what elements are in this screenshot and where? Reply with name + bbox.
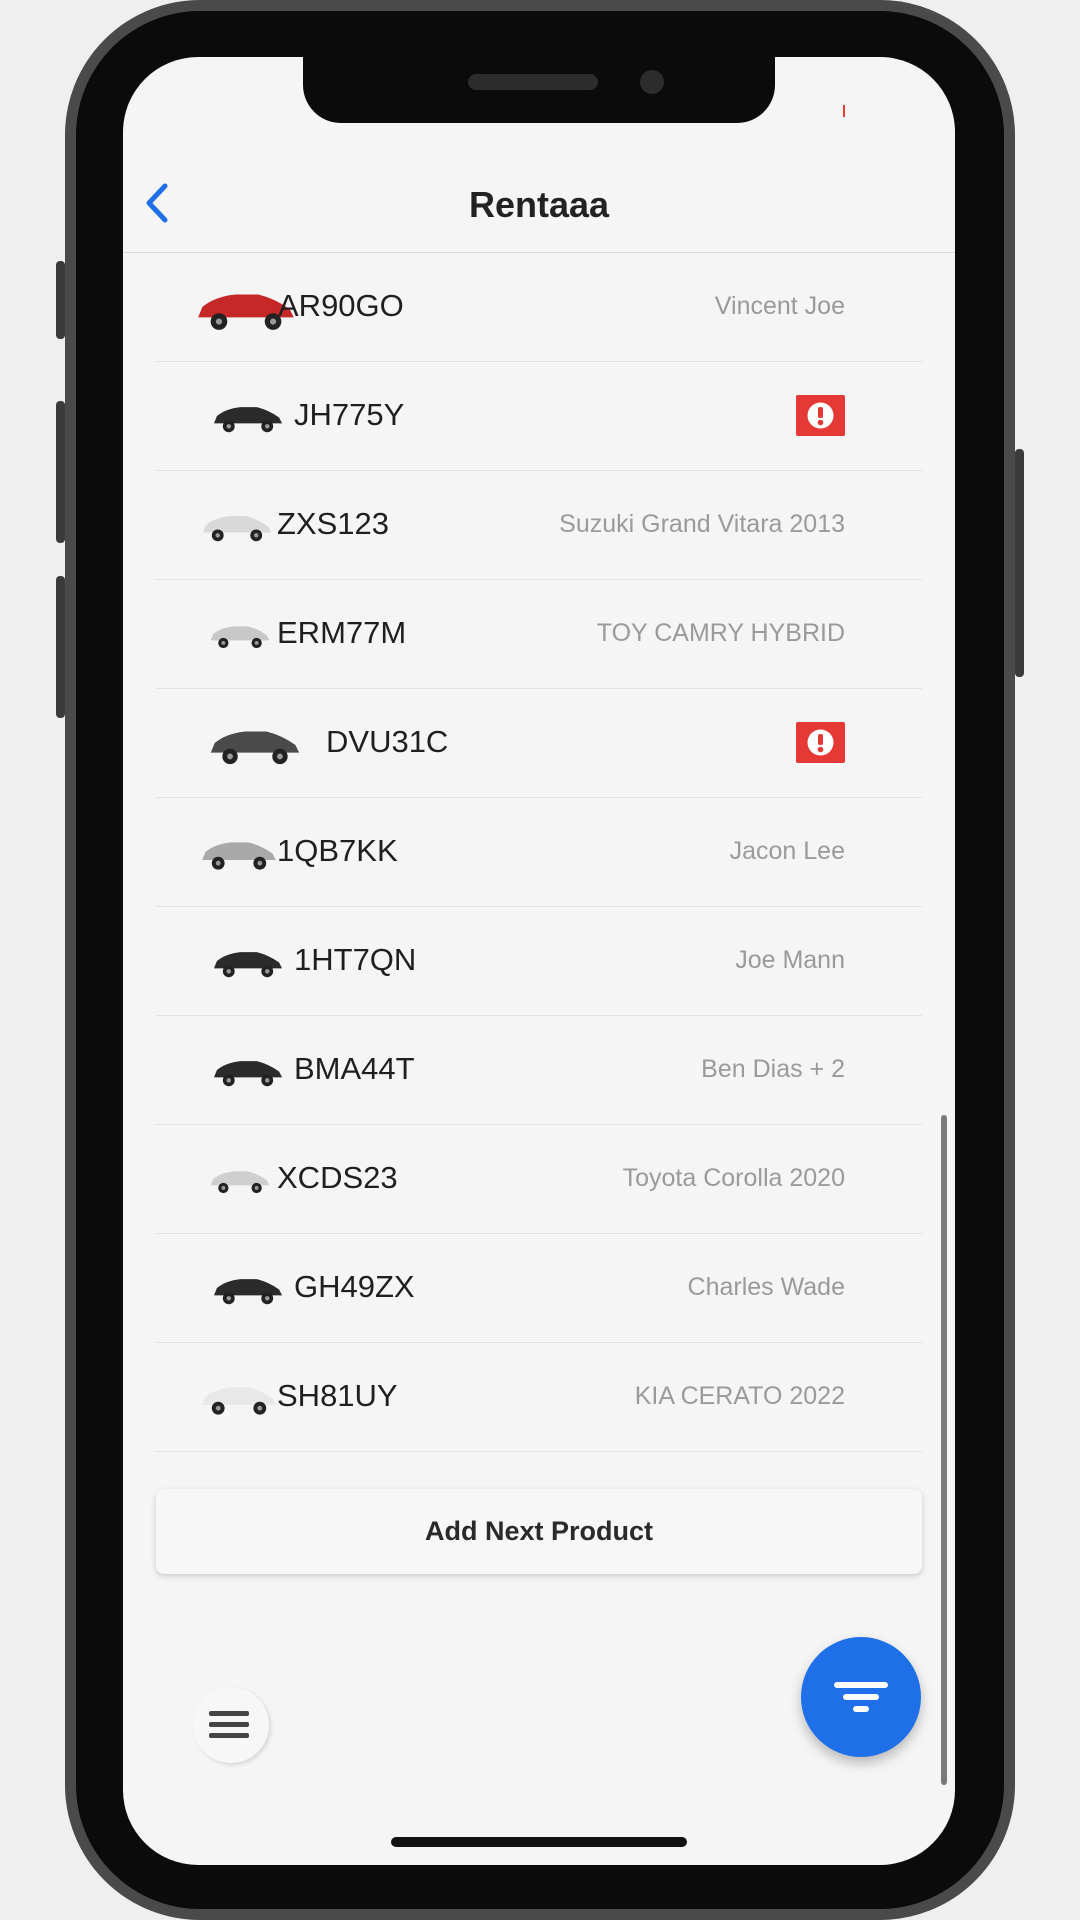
volume-down-button (56, 576, 65, 718)
exclamation-circle-icon (807, 402, 834, 429)
mute-switch (56, 261, 65, 339)
list-item[interactable]: GH49ZX Charles Wade (156, 1234, 922, 1343)
vehicle-list: AR90GO Vincent Joe JH775Y ZXS123 Suzuki … (156, 253, 922, 1452)
page-title: Rentaaa (468, 184, 610, 225)
vehicle-subtitle: Toyota Corolla 2020 (622, 1164, 845, 1192)
list-item[interactable]: 1HT7QN Joe Mann (156, 907, 922, 1016)
car-thumbnail-icon (210, 626, 270, 649)
app-screen: Rentaaa AR90GO Vincent Joe JH775Y ZXS123… (123, 57, 955, 1865)
vehicle-subtitle: Suzuki Grand Vitara 2013 (559, 510, 845, 538)
menu-button[interactable] (193, 1687, 269, 1763)
alert-badge[interactable] (796, 722, 845, 763)
car-thumbnail-icon (202, 1387, 276, 1415)
plate-number: 1HT7QN (294, 942, 417, 977)
car-thumbnail-icon (213, 407, 283, 433)
navigation-bar: Rentaaa (123, 152, 955, 253)
scrollbar[interactable] (941, 1115, 947, 1785)
car-thumbnail-icon (210, 731, 300, 765)
list-item[interactable]: XCDS23 Toyota Corolla 2020 (156, 1125, 922, 1234)
plate-number: SH81UY (277, 1378, 398, 1413)
plate-number: XCDS23 (277, 1160, 398, 1195)
car-thumbnail-icon (213, 952, 283, 978)
filter-icon (834, 1682, 888, 1712)
hamburger-menu-icon (209, 1711, 249, 1738)
status-indicator (843, 105, 845, 117)
vehicle-subtitle: KIA CERATO 2022 (634, 1382, 845, 1410)
alert-badge[interactable] (796, 395, 845, 436)
car-thumbnail-icon (202, 842, 276, 870)
home-indicator (391, 1837, 687, 1847)
filter-button[interactable] (801, 1637, 921, 1757)
car-thumbnail-icon (202, 516, 272, 542)
plate-number: GH49ZX (294, 1269, 415, 1304)
list-item[interactable]: ZXS123 Suzuki Grand Vitara 2013 (156, 471, 922, 580)
vehicle-subtitle: Vincent Joe (714, 292, 845, 320)
list-item[interactable]: 1QB7KK Jacon Lee (156, 798, 922, 907)
volume-up-button (56, 401, 65, 543)
vehicle-subtitle: Jacon Lee (729, 837, 845, 865)
plate-number: AR90GO (278, 288, 404, 323)
exclamation-circle-icon (807, 729, 834, 756)
plate-number: ERM77M (277, 615, 407, 650)
list-item[interactable]: DVU31C (156, 689, 922, 798)
plate-number: 1QB7KK (277, 833, 398, 868)
plate-number: ZXS123 (277, 506, 390, 541)
vehicle-subtitle: Ben Dias + 2 (701, 1055, 845, 1083)
list-item[interactable]: ERM77M TOY CAMRY HYBRID (156, 580, 922, 689)
plate-number: DVU31C (326, 724, 449, 759)
vehicle-subtitle: Joe Mann (735, 946, 845, 974)
plate-number: JH775Y (294, 397, 405, 432)
vehicle-subtitle: TOY CAMRY HYBRID (596, 619, 845, 647)
car-thumbnail-icon (213, 1279, 283, 1305)
list-item[interactable]: JH775Y (156, 362, 922, 471)
notch (303, 57, 775, 123)
vehicle-subtitle: Charles Wade (687, 1273, 845, 1301)
plate-number: BMA44T (294, 1051, 415, 1086)
list-item[interactable]: BMA44T Ben Dias + 2 (156, 1016, 922, 1125)
front-camera (640, 70, 664, 94)
power-button (1015, 449, 1024, 677)
car-thumbnail-icon (213, 1061, 283, 1087)
list-item[interactable]: SH81UY KIA CERATO 2022 (156, 1343, 922, 1452)
add-next-product-button[interactable]: Add Next Product (156, 1489, 922, 1574)
list-item[interactable]: AR90GO Vincent Joe (156, 253, 922, 362)
speaker (468, 74, 598, 90)
car-thumbnail-icon (210, 1171, 270, 1194)
